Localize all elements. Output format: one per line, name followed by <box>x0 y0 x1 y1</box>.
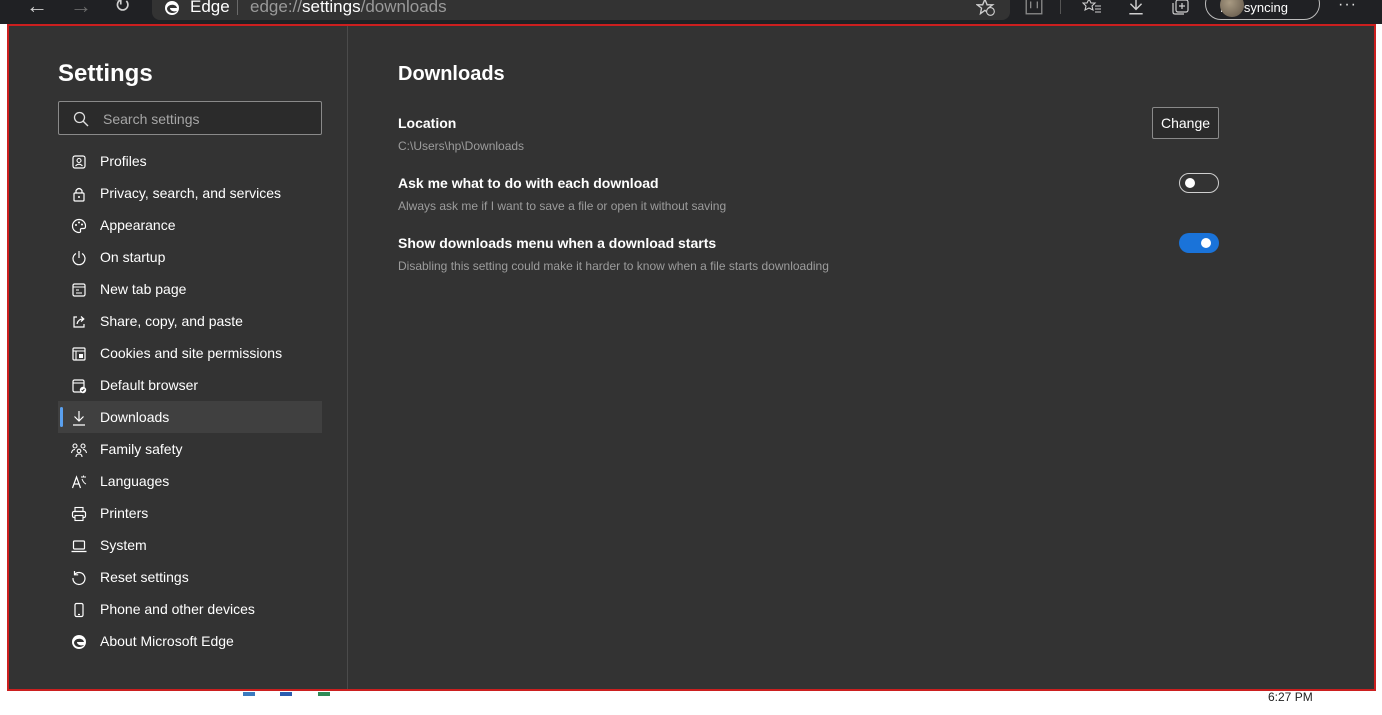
collections-icon[interactable] <box>1170 0 1190 16</box>
laptop-icon <box>70 537 88 555</box>
sidebar-item-share[interactable]: Share, copy, and paste <box>58 305 322 337</box>
taskbar-app-icon[interactable] <box>243 692 255 696</box>
settings-page: Settings Profiles Privacy, search, and s… <box>7 24 1376 691</box>
sidebar-item-about-edge[interactable]: About Microsoft Edge <box>58 625 322 657</box>
sidebar-item-system[interactable]: System <box>58 529 322 561</box>
newtab-icon <box>70 281 88 299</box>
sidebar-item-default-browser[interactable]: Default browser <box>58 369 322 401</box>
taskbar-app-icon[interactable] <box>280 692 292 696</box>
sidebar-item-phone-devices[interactable]: Phone and other devices <box>58 593 322 625</box>
sidebar-item-label: About Microsoft Edge <box>100 633 234 649</box>
sidebar-item-profiles[interactable]: Profiles <box>58 145 322 177</box>
sidebar-item-label: Appearance <box>100 217 176 233</box>
sidebar-item-label: Profiles <box>100 153 147 169</box>
browser-toolbar: ← → ↻ Edge edge://settings/downloads Not… <box>0 0 1382 24</box>
ask-each-download-description: Always ask me if I want to save a file o… <box>398 199 727 213</box>
forward-icon[interactable]: → <box>70 0 92 18</box>
back-icon[interactable]: ← <box>26 0 48 18</box>
downloads-settings-panel: Downloads Location C:\Users\hp\Downloads… <box>398 26 1228 689</box>
ask-each-download-title: Ask me what to do with each download <box>398 175 659 191</box>
edge-logo-icon <box>165 1 179 15</box>
url-text[interactable]: edge://settings/downloads <box>250 0 447 17</box>
cookies-icon <box>70 345 88 363</box>
toggle-knob <box>1185 178 1195 188</box>
sidebar-item-privacy[interactable]: Privacy, search, and services <box>58 177 322 209</box>
reset-icon <box>70 569 88 587</box>
page-title: Downloads <box>398 63 505 85</box>
sidebar-item-new-tab-page[interactable]: New tab page <box>58 273 322 305</box>
address-separator <box>237 0 238 15</box>
app-name: Edge <box>190 0 230 16</box>
phone-icon <box>70 601 88 619</box>
sidebar-item-label: Phone and other devices <box>100 601 255 617</box>
toolbar-divider <box>1060 0 1061 14</box>
printer-icon <box>70 505 88 523</box>
family-icon <box>70 441 88 459</box>
add-favorite-icon[interactable] <box>976 0 996 17</box>
show-downloads-menu-description: Disabling this setting could make it har… <box>398 259 829 273</box>
taskbar-app-icon[interactable] <box>318 692 330 696</box>
sidebar-item-label: On startup <box>100 249 166 265</box>
sidebar-item-family-safety[interactable]: Family safety <box>58 433 322 465</box>
sidebar-item-label: Default browser <box>100 377 199 393</box>
ask-each-download-toggle[interactable] <box>1179 173 1219 193</box>
more-options-icon[interactable]: ··· <box>1338 0 1357 14</box>
sidebar-item-appearance[interactable]: Appearance <box>58 209 322 241</box>
edge-icon <box>70 633 88 651</box>
sidebar-item-languages[interactable]: Languages <box>58 465 322 497</box>
profile-icon <box>70 153 88 171</box>
sidebar-item-label: Privacy, search, and services <box>100 185 282 201</box>
lock-icon <box>70 185 88 203</box>
taskbar: 6:27 PM <box>0 690 1382 715</box>
sidebar-item-on-startup[interactable]: On startup <box>58 241 322 273</box>
reading-view-icon[interactable] <box>1024 0 1044 16</box>
palette-icon <box>70 217 88 235</box>
sidebar-item-cookies[interactable]: Cookies and site permissions <box>58 337 322 369</box>
toggle-knob <box>1201 238 1211 248</box>
sidebar-item-label: Languages <box>100 473 170 489</box>
location-path: C:\Users\hp\Downloads <box>398 139 525 153</box>
power-icon <box>70 249 88 267</box>
sidebar-item-label: System <box>100 537 147 553</box>
search-box[interactable] <box>58 101 322 135</box>
settings-nav: Profiles Privacy, search, and services A… <box>58 145 322 657</box>
location-title: Location <box>398 115 457 131</box>
share-icon <box>70 313 88 331</box>
languages-icon <box>70 473 88 491</box>
address-bar[interactable]: Edge edge://settings/downloads <box>152 0 1010 20</box>
search-input[interactable] <box>103 109 313 129</box>
sidebar-item-printers[interactable]: Printers <box>58 497 322 529</box>
sidebar-item-label: Family safety <box>100 441 183 457</box>
downloads-toolbar-icon[interactable] <box>1126 0 1146 16</box>
sidebar-item-downloads[interactable]: Downloads <box>58 401 322 433</box>
change-location-button[interactable]: Change <box>1152 107 1219 139</box>
show-downloads-menu-title: Show downloads menu when a download star… <box>398 235 717 251</box>
favorites-icon[interactable] <box>1082 0 1102 16</box>
settings-title: Settings <box>58 60 153 87</box>
profile-sync-button[interactable]: Not syncing <box>1205 0 1320 20</box>
taskbar-clock: 6:27 PM <box>1268 690 1313 704</box>
show-downloads-menu-toggle[interactable] <box>1179 233 1219 253</box>
default-browser-icon <box>70 377 88 395</box>
settings-sidebar: Settings Profiles Privacy, search, and s… <box>9 26 348 689</box>
sidebar-item-label: Share, copy, and paste <box>100 313 243 329</box>
search-icon <box>73 111 89 127</box>
sidebar-item-label: Reset settings <box>100 569 189 585</box>
sidebar-item-reset-settings[interactable]: Reset settings <box>58 561 322 593</box>
sidebar-item-label: Cookies and site permissions <box>100 345 283 361</box>
sidebar-item-label: Downloads <box>100 409 170 425</box>
sidebar-item-label: New tab page <box>100 281 187 297</box>
refresh-icon[interactable]: ↻ <box>114 0 131 18</box>
sidebar-item-label: Printers <box>100 505 149 521</box>
download-icon <box>70 409 88 427</box>
